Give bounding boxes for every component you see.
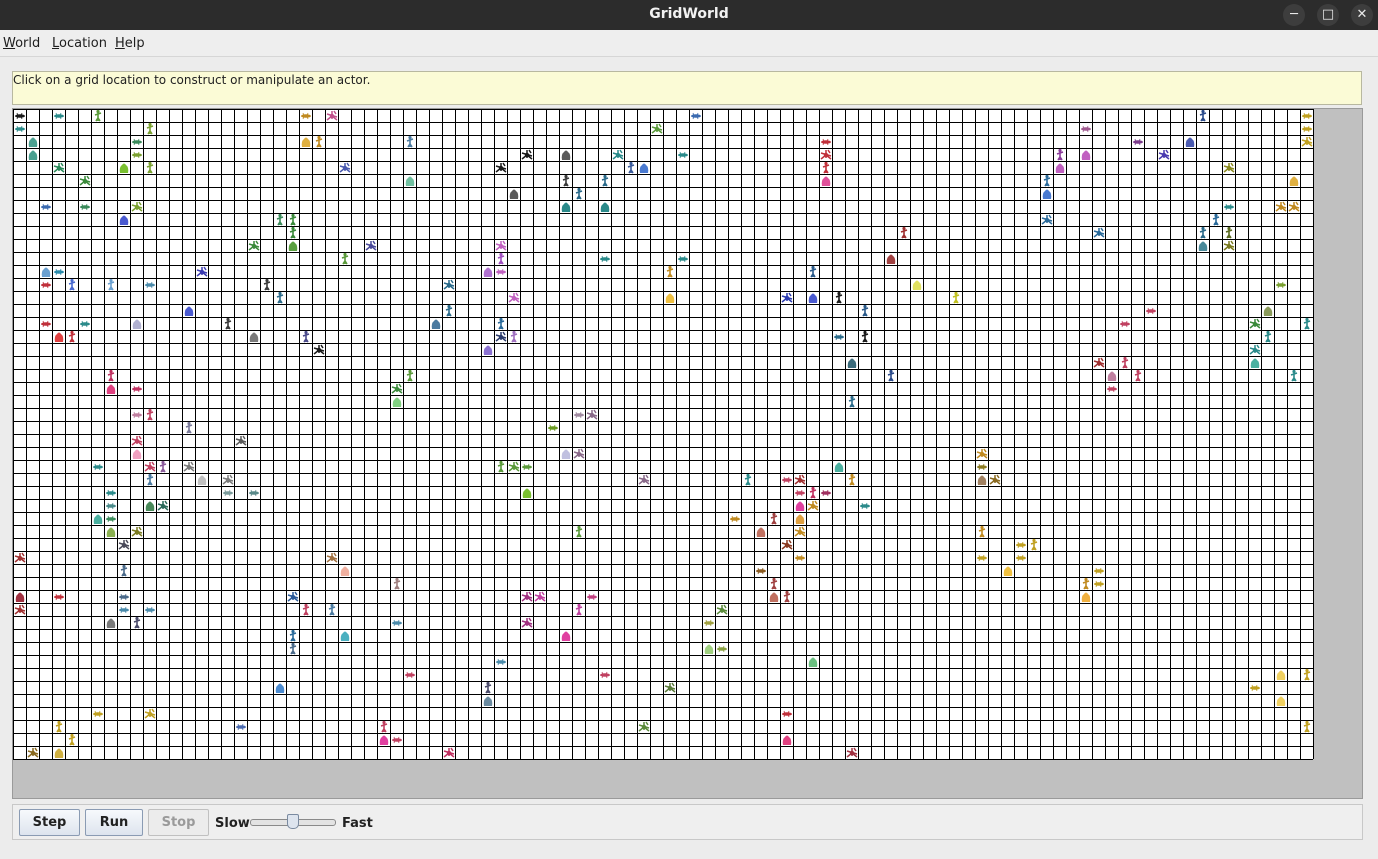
stop-button: Stop <box>148 809 209 836</box>
world-grid[interactable] <box>13 109 1314 760</box>
menu-world-mnemonic: W <box>3 36 16 51</box>
menu-world[interactable]: World <box>3 36 40 51</box>
maximize-icon[interactable]: □ <box>1317 4 1339 26</box>
slider-thumb[interactable] <box>287 814 299 829</box>
fast-label: Fast <box>342 816 373 831</box>
window-title-bar: GridWorld ─ □ ✕ <box>0 0 1378 30</box>
run-button[interactable]: Run <box>85 809 143 836</box>
slow-label: Slow <box>215 816 250 831</box>
control-panel: Step Run Stop Slow Fast <box>12 804 1363 840</box>
message-area: Click on a grid location to construct or… <box>12 71 1362 105</box>
menu-help-label: elp <box>124 36 145 51</box>
menu-help-mnemonic: H <box>115 36 125 51</box>
minimize-icon[interactable]: ─ <box>1283 4 1305 26</box>
grid-scroll-panel[interactable] <box>12 108 1363 799</box>
menu-help[interactable]: Help <box>115 36 145 51</box>
window-title: GridWorld <box>649 6 729 22</box>
close-icon[interactable]: ✕ <box>1351 4 1373 26</box>
speed-slider[interactable] <box>250 814 336 829</box>
grid-lines <box>13 109 1314 760</box>
menu-bar: World Location Help <box>0 30 1378 57</box>
menu-world-label: orld <box>15 36 41 51</box>
menu-location-mnemonic: L <box>52 36 60 51</box>
menu-location[interactable]: Location <box>52 36 107 51</box>
step-button[interactable]: Step <box>19 809 80 836</box>
menu-location-label: ocation <box>59 36 107 51</box>
